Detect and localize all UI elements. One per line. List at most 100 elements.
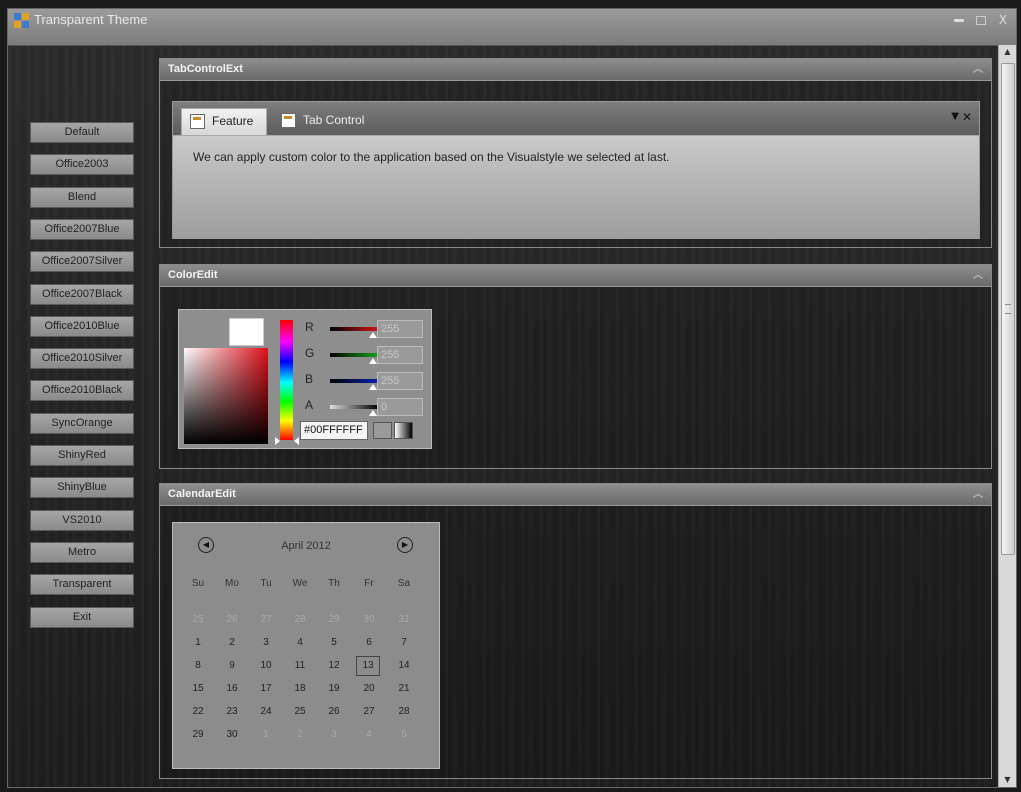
calendar-day[interactable]: 26 [321, 702, 347, 721]
collapse-icon[interactable]: ︿ [973, 265, 983, 286]
maximize-button[interactable] [974, 14, 988, 26]
channel-a-slider[interactable] [330, 405, 378, 409]
tabcontrol-group-header[interactable]: TabControlExt ︿ [160, 59, 991, 81]
theme-button-office2010black[interactable]: Office2010Black [30, 380, 134, 402]
theme-button-shinyred[interactable]: ShinyRed [30, 445, 134, 466]
calendar-day[interactable]: 4 [356, 725, 382, 744]
close-button[interactable]: X [996, 14, 1010, 26]
calendar-day[interactable]: 2 [287, 725, 313, 744]
calendaredit-group-header[interactable]: CalendarEdit ︿ [160, 484, 991, 506]
theme-button-office2007blue[interactable]: Office2007Blue [30, 218, 134, 240]
channel-r-input[interactable]: 255 [377, 320, 423, 338]
theme-button-syncorange[interactable]: SyncOrange [30, 412, 134, 434]
tab-strip: Feature Tab Control ▼ ✕ [173, 102, 979, 136]
calendar-day[interactable]: 14 [391, 656, 417, 675]
collapse-icon[interactable]: ︿ [973, 484, 983, 505]
calendar-day[interactable]: 29 [185, 725, 211, 744]
calendar-day[interactable]: 2 [219, 633, 245, 652]
theme-button-office2010silver[interactable]: Office2010Silver [30, 348, 134, 370]
channel-g-input[interactable]: 255 [377, 346, 423, 364]
calendar-day[interactable]: 25 [287, 702, 313, 721]
theme-button-exit[interactable]: Exit [30, 606, 134, 628]
hue-slider[interactable] [280, 320, 293, 440]
calendar-day[interactable]: 3 [321, 725, 347, 744]
calendar-day[interactable]: 30 [356, 610, 382, 629]
tab-tab-control[interactable]: Tab Control [273, 108, 393, 135]
calendar-day[interactable]: 15 [185, 679, 211, 698]
weekday-header: Fr [364, 578, 374, 589]
theme-button-office2007black[interactable]: Office2007Black [30, 283, 134, 305]
theme-button-office2003[interactable]: Office2003 [30, 154, 134, 176]
tab-feature[interactable]: Feature [181, 108, 267, 135]
calendar-day[interactable]: 3 [253, 633, 279, 652]
channel-r-slider[interactable] [330, 327, 378, 331]
next-month-icon[interactable]: ▶ [397, 537, 413, 553]
tab-feature-label: Feature [212, 114, 254, 128]
calendar-day[interactable]: 1 [185, 633, 211, 652]
calendar-day[interactable]: 8 [185, 656, 211, 675]
calendar-day[interactable]: 25 [185, 610, 211, 629]
hue-slider-thumb[interactable] [275, 437, 299, 445]
calendar-day[interactable]: 24 [253, 702, 279, 721]
calendar-day[interactable]: 17 [253, 679, 279, 698]
collapse-icon[interactable]: ︿ [973, 59, 983, 80]
vertical-scrollbar[interactable]: ▲ ▼ [998, 45, 1016, 787]
calendar-day[interactable]: 31 [391, 610, 417, 629]
theme-button-vs2010[interactable]: VS2010 [30, 509, 134, 531]
calendar-day[interactable]: 10 [253, 656, 279, 675]
calendar-day[interactable]: 13 [356, 656, 380, 676]
theme-button-office2007silver[interactable]: Office2007Silver [30, 251, 134, 273]
calendar-day[interactable]: 12 [321, 656, 347, 675]
calendar-day[interactable]: 5 [391, 725, 417, 744]
channel-r-thumb[interactable] [369, 332, 377, 338]
coloredit-group-header[interactable]: ColorEdit ︿ [160, 265, 991, 287]
calendar-day[interactable]: 28 [391, 702, 417, 721]
tab-list-dropdown-icon[interactable]: ▼ [951, 111, 959, 122]
calendar-day[interactable]: 18 [287, 679, 313, 698]
calendar-day[interactable]: 27 [356, 702, 382, 721]
calendar-day[interactable]: 20 [356, 679, 382, 698]
calendar-day[interactable]: 26 [219, 610, 245, 629]
theme-button-office2010blue[interactable]: Office2010Blue [30, 315, 134, 337]
calendar: ◀ April 2012 ▶ Su Mo Tu We Th Fr Sa 25 26 27 28 29 3… [172, 522, 440, 769]
saturation-value-picker[interactable] [184, 348, 268, 444]
calendar-day[interactable]: 16 [219, 679, 245, 698]
title-bar[interactable]: Transparent Theme X [8, 9, 1016, 46]
gradient-solid-button[interactable] [373, 422, 392, 439]
calendar-day[interactable]: 6 [356, 633, 382, 652]
calendar-day[interactable]: 29 [321, 610, 347, 629]
channel-g-slider[interactable] [330, 353, 378, 357]
calendar-day[interactable]: 22 [185, 702, 211, 721]
tabcontrol-group-title: TabControlExt [168, 63, 243, 75]
calendar-day[interactable]: 28 [287, 610, 313, 629]
theme-button-default[interactable]: Default [30, 122, 134, 143]
calendar-day[interactable]: 11 [287, 656, 313, 675]
calendar-day[interactable]: 30 [219, 725, 245, 744]
channel-b-slider[interactable] [330, 379, 378, 383]
channel-g-thumb[interactable] [369, 358, 377, 364]
channel-b-input[interactable]: 255 [377, 372, 423, 390]
theme-button-shinyblue[interactable]: ShinyBlue [30, 477, 134, 499]
calendar-day[interactable]: 4 [287, 633, 313, 652]
scroll-up-icon[interactable]: ▲ [999, 45, 1016, 59]
calendar-day[interactable]: 21 [391, 679, 417, 698]
calendar-day[interactable]: 7 [391, 633, 417, 652]
calendar-day[interactable]: 23 [219, 702, 245, 721]
channel-b-thumb[interactable] [369, 384, 377, 390]
calendar-day[interactable]: 27 [253, 610, 279, 629]
hex-color-input[interactable]: #00FFFFFF [300, 421, 368, 440]
gradient-linear-button[interactable] [394, 422, 413, 439]
scroll-down-icon[interactable]: ▼ [999, 773, 1016, 787]
calendar-day[interactable]: 19 [321, 679, 347, 698]
calendar-day[interactable]: 1 [253, 725, 279, 744]
tab-close-icon[interactable]: ✕ [962, 110, 972, 124]
scroll-thumb[interactable] [1001, 63, 1015, 555]
minimize-button[interactable] [952, 14, 966, 26]
calendar-day[interactable]: 9 [219, 656, 245, 675]
calendar-day[interactable]: 5 [321, 633, 347, 652]
channel-a-input[interactable]: 0 [377, 398, 423, 416]
theme-button-blend[interactable]: Blend [30, 186, 134, 208]
theme-button-metro[interactable]: Metro [30, 541, 134, 563]
theme-button-transparent[interactable]: Transparent [30, 574, 134, 596]
channel-a-thumb[interactable] [369, 410, 377, 416]
